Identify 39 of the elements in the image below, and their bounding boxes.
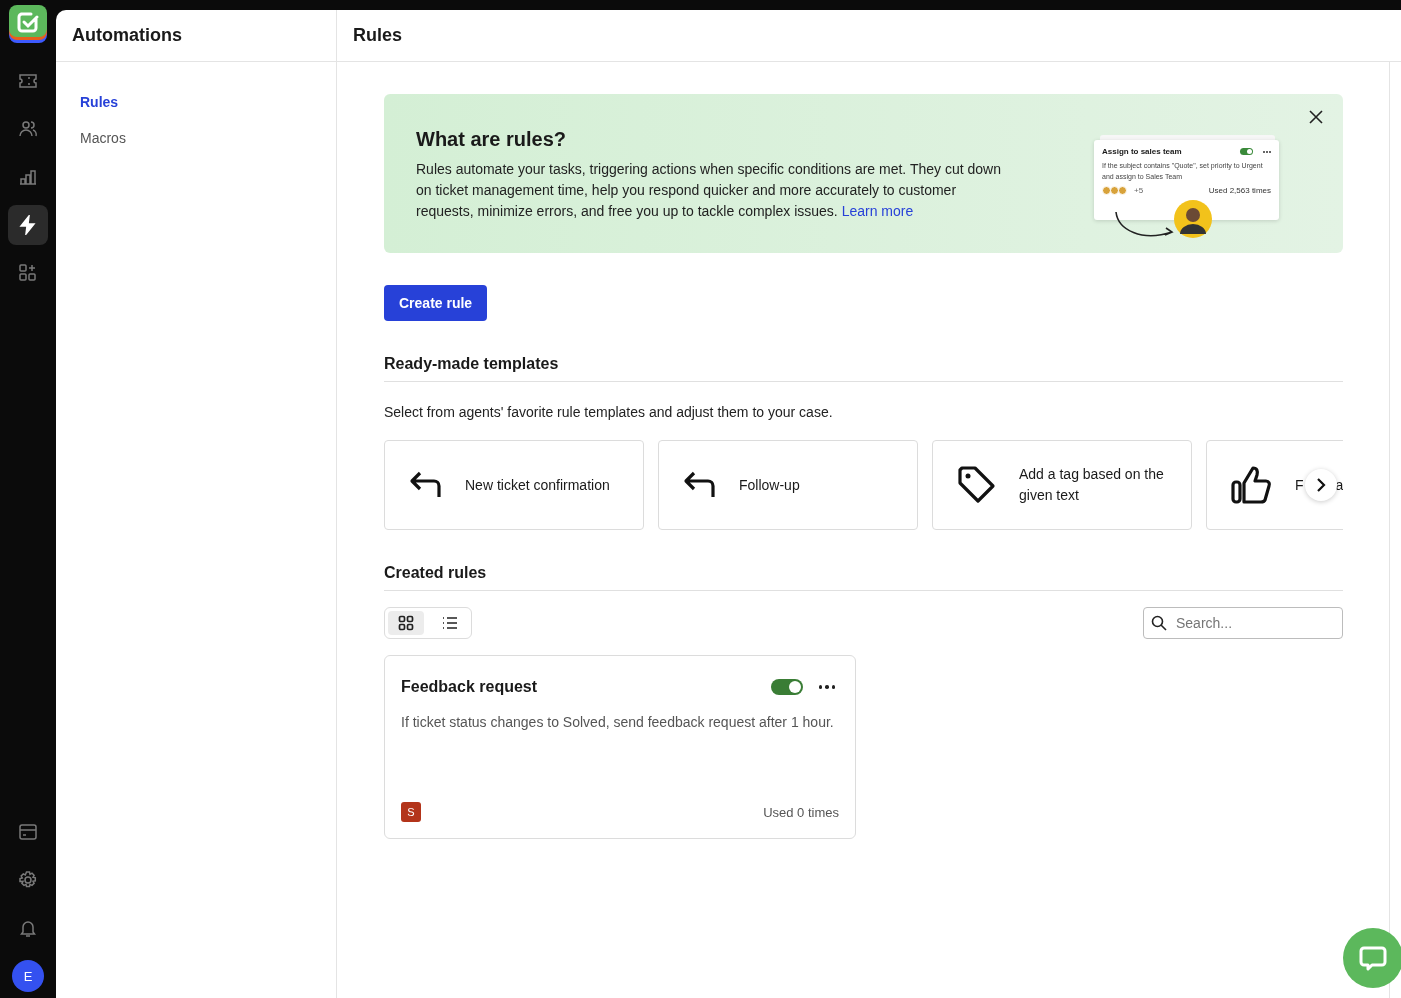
example-rule-title: Assign to sales team bbox=[1102, 147, 1183, 156]
thumbs-up-icon bbox=[1231, 465, 1273, 505]
section-title: Automations bbox=[56, 10, 336, 62]
person-avatar bbox=[1174, 200, 1212, 238]
rule-title: Feedback request bbox=[401, 678, 538, 696]
curved-arrow-icon bbox=[1112, 210, 1176, 240]
usage-count: Used 2,563 times bbox=[1208, 186, 1271, 195]
banner-title: What are rules? bbox=[416, 128, 568, 151]
grid-view-button[interactable] bbox=[388, 611, 424, 635]
avatar-count: +5 bbox=[1134, 186, 1144, 195]
subnav-link[interactable]: Macros bbox=[80, 130, 126, 146]
rule-card[interactable]: Feedback request If ticket status changes to Solved, send feedback request after 1 hour. S Used 0 times bbox=[384, 655, 856, 839]
list-icon bbox=[442, 615, 458, 631]
close-button[interactable] bbox=[1307, 108, 1325, 126]
section-heading: Created rules bbox=[384, 564, 1343, 591]
reply-arrow-icon bbox=[683, 470, 717, 500]
reply-arrow-icon bbox=[409, 470, 443, 500]
usage-count: Used 0 times bbox=[763, 804, 839, 820]
user-avatar[interactable]: E bbox=[12, 960, 44, 992]
template-card[interactable]: Follow-up bbox=[658, 440, 918, 530]
create-rule-button[interactable]: Create rule bbox=[384, 285, 488, 321]
section-description: Select from agents' favorite rule templates and adjust them to your case. bbox=[384, 404, 834, 420]
learn-more-link[interactable]: Learn more bbox=[841, 203, 914, 219]
rule-description: If ticket status changes to Solved, send feedback request after 1 hour. bbox=[401, 713, 835, 732]
automation-nav-button[interactable] bbox=[8, 205, 48, 245]
template-card[interactable]: F a bbox=[1206, 440, 1343, 530]
toggle-switch[interactable] bbox=[770, 679, 803, 695]
template-card[interactable]: New ticket confirmation bbox=[384, 440, 644, 530]
author-avatar: S bbox=[401, 802, 421, 822]
template-card[interactable]: Add a tag based on the given text bbox=[932, 440, 1192, 530]
subnav-link[interactable]: Rules bbox=[80, 94, 119, 110]
page-title: Rules bbox=[337, 10, 1401, 62]
chevron-right-icon bbox=[1315, 478, 1327, 492]
tag-icon bbox=[957, 465, 997, 505]
section-heading: Ready-made templates bbox=[384, 355, 1343, 382]
banner-text: Rules automate your tasks, triggering actions when specific conditions are met. They cut down on ticket management time, help you respond quicker and more accurately to customer requests, minimize errors, and free you up to tackle complex issues. Learn more bbox=[416, 160, 1002, 221]
grid-icon bbox=[398, 615, 414, 631]
avatar-group-icon bbox=[1102, 186, 1126, 195]
search-field[interactable]: Search... bbox=[1143, 607, 1343, 639]
